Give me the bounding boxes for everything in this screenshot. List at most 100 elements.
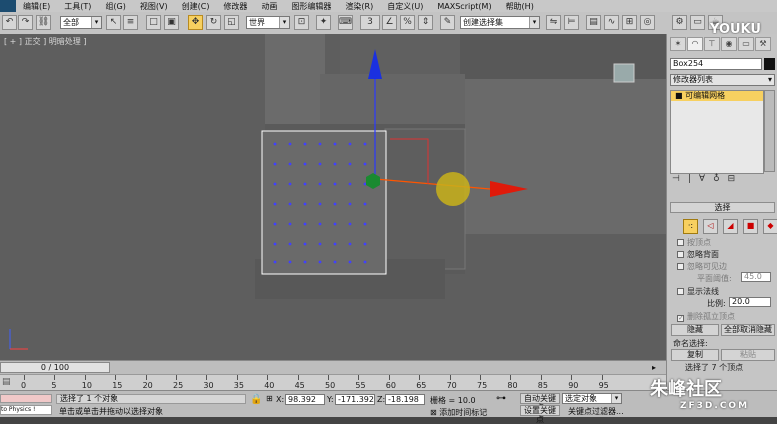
- hierarchy-tab-icon[interactable]: ⊤: [704, 37, 720, 51]
- menu-views[interactable]: 视图(V): [133, 1, 175, 12]
- spinner-snap-icon[interactable]: ⇕: [418, 15, 433, 30]
- undo-icon[interactable]: ↶: [2, 15, 17, 30]
- menu-help[interactable]: 帮助(H): [499, 1, 541, 12]
- show-normals-label: 显示法线: [687, 287, 719, 296]
- script-listener-top[interactable]: [0, 394, 52, 403]
- planar-thresh-spinner[interactable]: 45.0: [741, 272, 771, 282]
- display-tab-icon[interactable]: ▭: [738, 37, 754, 51]
- app-logo[interactable]: [0, 0, 16, 12]
- align-icon[interactable]: ⊨: [564, 15, 579, 30]
- normals-scale-spinner[interactable]: 20.0: [729, 297, 771, 307]
- abs-mode-icon[interactable]: ⊞: [266, 394, 273, 403]
- by-vertex-checkbox[interactable]: 按顶点: [677, 237, 711, 248]
- key-icon[interactable]: ⊶: [496, 393, 506, 404]
- object-color-swatch[interactable]: [764, 58, 775, 70]
- link-icon[interactable]: ⛓: [36, 15, 51, 30]
- utilities-tab-icon[interactable]: ⚒: [755, 37, 771, 51]
- polygon-mode-icon[interactable]: ■: [743, 219, 758, 234]
- snap-toggle-icon[interactable]: 3: [360, 15, 380, 30]
- configure-sets-icon[interactable]: ⊟: [728, 174, 736, 184]
- ref-coord-dropdown[interactable]: 世界 ▾: [246, 16, 290, 29]
- y-coord-field[interactable]: -171.392: [335, 394, 375, 405]
- schematic-view-icon[interactable]: ⊞: [622, 15, 637, 30]
- copy-button[interactable]: 复制: [671, 349, 719, 361]
- time-slider-thumb[interactable]: 0 / 100: [0, 362, 110, 373]
- chevron-down-icon: ▾: [279, 17, 289, 28]
- auto-key-button[interactable]: 自动关键点: [520, 393, 560, 412]
- select-manipulate-icon[interactable]: ✦: [316, 15, 331, 30]
- menu-tools[interactable]: 工具(T): [57, 1, 98, 12]
- create-tab-icon[interactable]: ✶: [670, 37, 686, 51]
- menu-maxscript[interactable]: MAXScript(M): [430, 2, 498, 11]
- selection-rollout-header[interactable]: 选择: [670, 202, 775, 213]
- redo-icon[interactable]: ↷: [18, 15, 33, 30]
- stack-scrollbar[interactable]: [764, 90, 775, 172]
- curve-editor-icon[interactable]: ∿: [604, 15, 619, 30]
- remove-modifier-icon[interactable]: ♁: [713, 174, 720, 184]
- layer-manager-icon[interactable]: ▤: [586, 15, 601, 30]
- motion-tab-icon[interactable]: ◉: [721, 37, 737, 51]
- rendered-frame-icon[interactable]: ▭: [690, 15, 705, 30]
- face-mode-icon[interactable]: ◢: [723, 219, 738, 234]
- element-mode-icon[interactable]: ◆: [763, 219, 777, 234]
- track-bar-icon[interactable]: ▤: [2, 377, 11, 387]
- move-icon[interactable]: ✥: [188, 15, 203, 30]
- ignore-backfacing-checkbox[interactable]: 忽略背面: [677, 249, 719, 260]
- mirror-icon[interactable]: ⇋: [546, 15, 561, 30]
- lock-selection-icon[interactable]: 🔒: [250, 394, 262, 405]
- menu-graph-editors[interactable]: 图形编辑器: [284, 1, 338, 12]
- menu-customize[interactable]: 自定义(U): [380, 1, 430, 12]
- selection-filter-dropdown[interactable]: 全部 ▾: [60, 16, 102, 29]
- edge-mode-icon[interactable]: ◁: [703, 219, 718, 234]
- delete-isolated-checkbox[interactable]: ✓ 删除孤立顶点: [677, 311, 735, 322]
- show-end-result-icon[interactable]: |: [688, 174, 691, 184]
- modify-tab-icon[interactable]: ◠: [687, 37, 703, 51]
- paste-button[interactable]: 粘贴: [721, 349, 775, 361]
- set-key-button[interactable]: 设置关键点: [520, 405, 560, 424]
- select-object-icon[interactable]: ↖: [106, 15, 121, 30]
- menu-create[interactable]: 创建(C): [175, 1, 217, 12]
- z-coord-field[interactable]: -18.198: [385, 394, 425, 405]
- rotate-icon[interactable]: ↻: [206, 15, 221, 30]
- add-time-tag[interactable]: ⊠ 添加时间标记: [430, 407, 487, 418]
- window-crossing-icon[interactable]: ▣: [164, 15, 179, 30]
- vertex-mode-icon[interactable]: ·:: [683, 219, 698, 234]
- scale-icon[interactable]: ◱: [224, 15, 239, 30]
- menu-edit[interactable]: 编辑(E): [16, 1, 57, 12]
- menu-animation[interactable]: 动画: [254, 1, 284, 12]
- pin-stack-icon[interactable]: ⊣: [672, 174, 680, 184]
- viewport-label[interactable]: [ + ] 正交 ] 明暗处理 ]: [4, 36, 86, 47]
- x-coord-field[interactable]: 98.392: [285, 394, 325, 405]
- edit-named-sel-icon[interactable]: ✎: [440, 15, 455, 30]
- show-normals-checkbox[interactable]: 显示法线: [677, 286, 719, 297]
- pivot-center-icon[interactable]: ⊡: [294, 15, 309, 30]
- menu-group[interactable]: 组(G): [98, 1, 132, 12]
- modifier-list-dropdown[interactable]: 修改器列表 ▾: [670, 74, 775, 86]
- gizmo-center-highlight[interactable]: [436, 172, 470, 206]
- select-by-name-icon[interactable]: ≡: [123, 15, 138, 30]
- time-slider-bar[interactable]: 0 / 100 ▸: [0, 360, 666, 375]
- object-name-field[interactable]: Box254: [670, 58, 762, 70]
- key-mode-dropdown[interactable]: 选定对象 ▾: [562, 393, 622, 404]
- menu-rendering[interactable]: 渲染(R): [338, 1, 380, 12]
- viewport-front[interactable]: [0, 34, 666, 360]
- stack-item[interactable]: ■ 可编辑网格: [671, 91, 763, 101]
- viewcube-icon[interactable]: [613, 63, 635, 83]
- key-filters-button[interactable]: 关键点过滤器...: [568, 406, 624, 417]
- hide-button[interactable]: 隐藏: [671, 324, 719, 336]
- next-frame-icon[interactable]: ▸: [652, 363, 656, 372]
- rect-region-icon[interactable]: □: [146, 15, 161, 30]
- selected-mesh[interactable]: [261, 130, 387, 275]
- percent-snap-icon[interactable]: %: [400, 15, 415, 30]
- angle-snap-icon[interactable]: ∠: [382, 15, 397, 30]
- script-listener-input[interactable]: to Physics !: [0, 405, 52, 415]
- menu-modifiers[interactable]: 修改器: [216, 1, 254, 12]
- track-bar[interactable]: ▤ 0 5 10 15 20 25 30 35 40 45 50 55 60 65 70 75 80 85 90 95: [0, 374, 666, 391]
- render-setup-icon[interactable]: ⚙: [672, 15, 687, 30]
- make-unique-icon[interactable]: ∀: [699, 174, 705, 184]
- material-editor-icon[interactable]: ◎: [640, 15, 655, 30]
- named-selection-dropdown[interactable]: 创建选择集 ▾: [460, 16, 540, 29]
- unhide-all-button[interactable]: 全部取消隐藏: [721, 324, 775, 336]
- ignore-visible-edges-checkbox[interactable]: 忽略可见边: [677, 261, 727, 272]
- keyboard-shortcut-icon[interactable]: ⌨: [338, 15, 353, 30]
